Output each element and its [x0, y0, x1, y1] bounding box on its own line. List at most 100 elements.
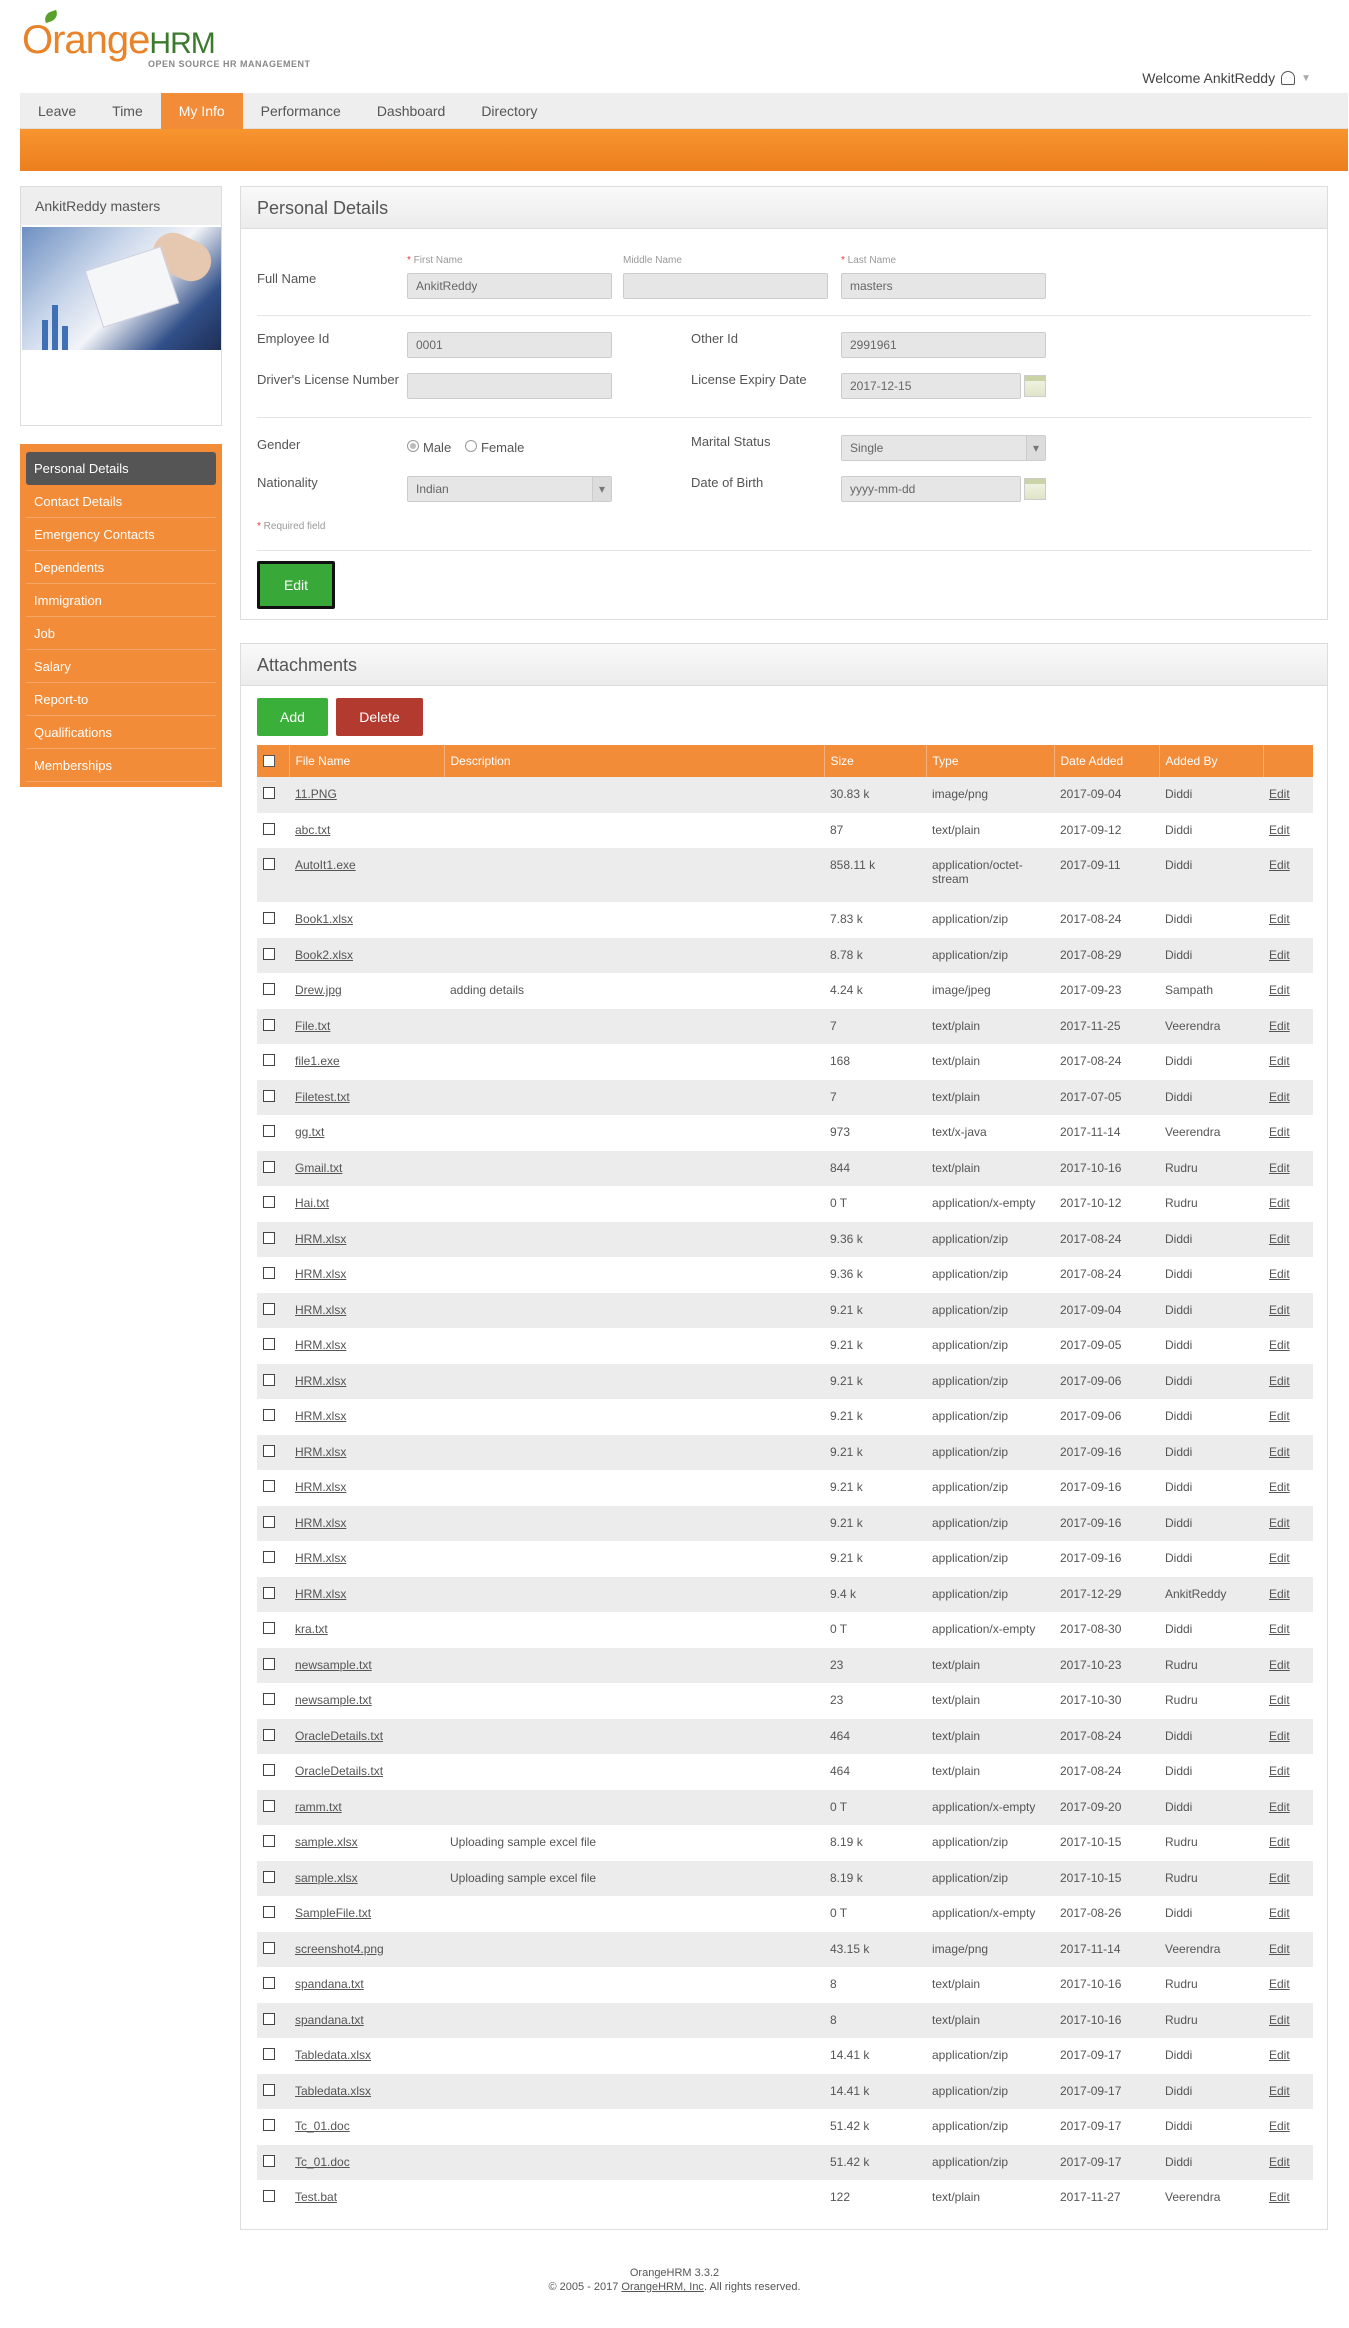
row-checkbox[interactable]: [263, 1586, 275, 1599]
sidebar-item-immigration[interactable]: Immigration: [26, 584, 216, 617]
row-edit-link[interactable]: Edit: [1269, 1054, 1290, 1068]
row-checkbox[interactable]: [263, 2119, 275, 2131]
row-checkbox[interactable]: [263, 1054, 275, 1066]
row-edit-link[interactable]: Edit: [1269, 1622, 1290, 1636]
file-link[interactable]: spandana.txt: [295, 1977, 364, 1991]
menu-my-info[interactable]: My Info: [160, 93, 243, 129]
row-checkbox[interactable]: [263, 1196, 275, 1208]
column-file-name[interactable]: File Name: [288, 745, 444, 777]
sidebar-item-job[interactable]: Job: [26, 617, 216, 650]
row-edit-link[interactable]: Edit: [1269, 2084, 1290, 2098]
file-link[interactable]: Gmail.txt: [295, 1161, 342, 1175]
row-edit-link[interactable]: Edit: [1269, 1516, 1290, 1530]
row-checkbox[interactable]: [263, 1515, 275, 1528]
row-edit-link[interactable]: Edit: [1269, 1871, 1290, 1885]
row-checkbox[interactable]: [263, 1941, 275, 1954]
file-link[interactable]: OracleDetails.txt: [295, 1729, 383, 1743]
file-link[interactable]: sample.xlsx: [295, 1871, 358, 1885]
row-checkbox[interactable]: [263, 1302, 275, 1315]
row-checkbox[interactable]: [263, 1125, 275, 1137]
row-checkbox[interactable]: [263, 1693, 275, 1705]
file-link[interactable]: spandana.txt: [295, 2013, 364, 2027]
row-checkbox[interactable]: [263, 947, 275, 960]
row-checkbox[interactable]: [263, 2190, 275, 2202]
company-link[interactable]: OrangeHRM, Inc: [621, 2281, 704, 2293]
row-edit-link[interactable]: Edit: [1269, 1267, 1290, 1281]
file-link[interactable]: HRM.xlsx: [295, 1409, 346, 1423]
license-input[interactable]: [407, 373, 612, 399]
sidebar-item-salary[interactable]: Salary: [26, 650, 216, 683]
row-checkbox[interactable]: [263, 1870, 275, 1883]
file-link[interactable]: HRM.xlsx: [295, 1267, 346, 1281]
row-checkbox[interactable]: [263, 1089, 275, 1102]
row-checkbox[interactable]: [263, 2012, 275, 2025]
sidebar-item-emergency-contacts[interactable]: Emergency Contacts: [26, 518, 216, 551]
file-link[interactable]: AutoIt1.exe: [295, 858, 356, 872]
row-checkbox[interactable]: [263, 1444, 275, 1457]
row-edit-link[interactable]: Edit: [1269, 1658, 1290, 1672]
last-name-input[interactable]: masters: [841, 273, 1046, 299]
file-link[interactable]: Tc_01.doc: [295, 2155, 350, 2169]
file-link[interactable]: HRM.xlsx: [295, 1587, 346, 1601]
row-checkbox[interactable]: [263, 1657, 275, 1670]
file-link[interactable]: HRM.xlsx: [295, 1232, 346, 1246]
column-added-by[interactable]: Added By: [1158, 745, 1263, 777]
row-edit-link[interactable]: Edit: [1269, 2155, 1290, 2169]
row-checkbox[interactable]: [263, 1906, 275, 1918]
row-checkbox[interactable]: [263, 822, 275, 835]
file-link[interactable]: HRM.xlsx: [295, 1516, 346, 1530]
file-link[interactable]: SampleFile.txt: [295, 1906, 371, 1920]
file-link[interactable]: HRM.xlsx: [295, 1480, 346, 1494]
row-checkbox[interactable]: [263, 1409, 275, 1421]
gender-male-radio[interactable]: [407, 440, 419, 452]
delete-button[interactable]: Delete: [336, 698, 423, 736]
row-edit-link[interactable]: Edit: [1269, 787, 1290, 801]
file-link[interactable]: File.txt: [295, 1019, 330, 1033]
middle-name-input[interactable]: [623, 273, 828, 299]
file-link[interactable]: 11.PNG: [295, 787, 337, 801]
column-date-added[interactable]: Date Added: [1053, 745, 1159, 777]
add-button[interactable]: Add: [257, 698, 328, 736]
nationality-select[interactable]: Indian: [407, 476, 612, 502]
row-edit-link[interactable]: Edit: [1269, 1942, 1290, 1956]
row-checkbox[interactable]: [263, 858, 275, 870]
row-edit-link[interactable]: Edit: [1269, 1906, 1290, 1920]
menu-time[interactable]: Time: [94, 93, 161, 129]
row-edit-link[interactable]: Edit: [1269, 1551, 1290, 1565]
row-edit-link[interactable]: Edit: [1269, 2119, 1290, 2133]
row-edit-link[interactable]: Edit: [1269, 948, 1290, 962]
row-checkbox[interactable]: [263, 1728, 275, 1741]
marital-status-select[interactable]: Single: [841, 435, 1046, 461]
row-edit-link[interactable]: Edit: [1269, 2190, 1290, 2204]
row-checkbox[interactable]: [263, 1338, 275, 1350]
edit-button[interactable]: Edit: [257, 561, 335, 609]
file-link[interactable]: Tabledata.xlsx: [295, 2084, 371, 2098]
row-edit-link[interactable]: Edit: [1269, 1835, 1290, 1849]
other-id-input[interactable]: 2991961: [841, 332, 1046, 358]
file-link[interactable]: HRM.xlsx: [295, 1338, 346, 1352]
file-link[interactable]: sample.xlsx: [295, 1835, 358, 1849]
row-checkbox[interactable]: [263, 1480, 275, 1492]
file-link[interactable]: kra.txt: [295, 1622, 328, 1636]
file-link[interactable]: HRM.xlsx: [295, 1374, 346, 1388]
row-edit-link[interactable]: Edit: [1269, 1019, 1290, 1033]
row-edit-link[interactable]: Edit: [1269, 1764, 1290, 1778]
file-link[interactable]: Tc_01.doc: [295, 2119, 350, 2133]
orangehrm-logo[interactable]: OrangeHRM OPEN SOURCE HR MANAGEMENT: [22, 9, 322, 72]
row-checkbox[interactable]: [263, 1231, 275, 1244]
menu-performance[interactable]: Performance: [243, 93, 359, 129]
file-link[interactable]: HRM.xlsx: [295, 1551, 346, 1565]
gender-female-radio[interactable]: [465, 440, 477, 452]
select-all-checkbox[interactable]: [263, 754, 275, 767]
file-link[interactable]: file1.exe: [295, 1054, 340, 1068]
menu-leave[interactable]: Leave: [20, 93, 94, 129]
column-size[interactable]: Size: [823, 745, 926, 777]
row-edit-link[interactable]: Edit: [1269, 1480, 1290, 1494]
menu-directory[interactable]: Directory: [463, 93, 555, 129]
row-checkbox[interactable]: [263, 1373, 275, 1386]
row-edit-link[interactable]: Edit: [1269, 1729, 1290, 1743]
sidebar-item-qualifications[interactable]: Qualifications: [26, 716, 216, 749]
file-link[interactable]: screenshot4.png: [295, 1942, 384, 1956]
row-checkbox[interactable]: [263, 983, 275, 995]
row-edit-link[interactable]: Edit: [1269, 912, 1290, 926]
